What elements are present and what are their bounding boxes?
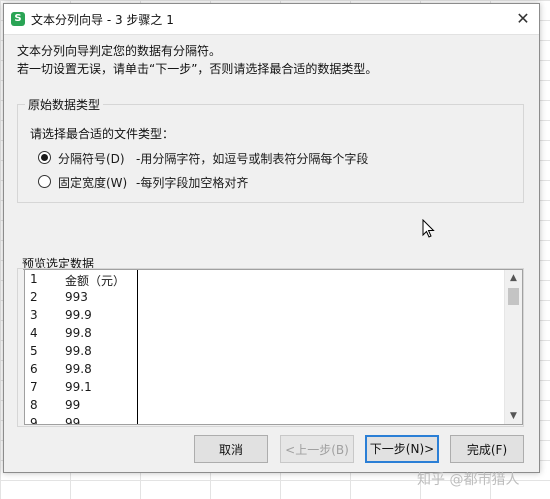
preview-row-number: 7: [30, 380, 38, 394]
scroll-down-icon[interactable]: ▼: [505, 408, 522, 424]
preview-cell-value: 99.1: [65, 380, 92, 394]
preview-cell-value: 金额（元）: [65, 274, 126, 288]
next-button[interactable]: 下一步(N)>: [365, 435, 439, 463]
preview-row-number: 6: [30, 362, 38, 376]
preview-cell-value: 99.8: [65, 362, 92, 376]
preview-row-number: 9: [30, 416, 38, 425]
group-legend: 原始数据类型: [25, 96, 104, 113]
close-icon[interactable]: ✕: [511, 8, 535, 30]
back-button[interactable]: <上一步(B): [280, 435, 354, 463]
preview-frame: ▲ ▼ 1 金额（元） 2 993 3 99.9 4 99.8 5 99.8 6 99.8 7 99.1 8…: [17, 268, 524, 427]
description-line-2: 若一切设置无误，请单击“下一步”，否则请选择最合适的数据类型。: [17, 62, 378, 76]
data-preview-list[interactable]: ▲ ▼ 1 金额（元） 2 993 3 99.9 4 99.8 5 99.8 6 99.8 7 99.1 8…: [24, 269, 523, 425]
scroll-thumb[interactable]: [508, 288, 519, 305]
watermark: 知乎 @都市猎人: [417, 472, 520, 488]
radio-unchecked-icon[interactable]: [38, 175, 51, 188]
mouse-cursor-icon: [422, 219, 435, 238]
scroll-up-icon[interactable]: ▲: [505, 270, 522, 286]
preview-cell-value: 99.9: [65, 308, 92, 322]
radio-checked-icon[interactable]: [38, 151, 51, 164]
column-separator[interactable]: [137, 270, 138, 424]
preview-row-number: 2: [30, 290, 38, 304]
preview-cell-value: 993: [65, 290, 88, 304]
preview-row-number: 8: [30, 398, 38, 412]
preview-row-number: 5: [30, 344, 38, 358]
preview-row-number: 4: [30, 326, 38, 340]
radio-fixed-width-hint: -每列字段加空格对齐: [136, 176, 249, 190]
description-line-1: 文本分列向导判定您的数据有分隔符。: [17, 44, 222, 58]
vertical-scrollbar[interactable]: ▲ ▼: [504, 270, 522, 424]
preview-cell-value: 99: [65, 416, 81, 425]
original-data-type-group: 原始数据类型 请选择最合适的文件类型： 分隔符号(D) -用分隔字符，如逗号或制…: [17, 96, 524, 203]
preview-row-number: 3: [30, 308, 38, 322]
preview-cell-value: 99.8: [65, 326, 92, 340]
radio-fixed-width-label[interactable]: 固定宽度(W): [58, 174, 127, 191]
radio-delimited-hint: -用分隔字符，如逗号或制表符分隔每个字段: [136, 152, 369, 166]
wps-spreadsheet-icon: S: [11, 12, 25, 26]
title-bar: S 文本分列向导 - 3 步骤之 1 ✕: [4, 4, 539, 35]
preview-cell-value: 99: [65, 398, 81, 412]
text-to-columns-dialog: S 文本分列向导 - 3 步骤之 1 ✕ 文本分列向导判定您的数据有分隔符。 若…: [3, 3, 540, 473]
cancel-button[interactable]: 取消: [194, 435, 268, 463]
finish-button[interactable]: 完成(F): [450, 435, 524, 463]
preview-cell-value: 99.8: [65, 344, 92, 358]
preview-row-number: 1: [30, 272, 38, 286]
radio-delimited-label[interactable]: 分隔符号(D): [58, 150, 125, 167]
dialog-title: 文本分列向导 - 3 步骤之 1: [31, 13, 174, 27]
file-type-prompt: 请选择最合适的文件类型：: [30, 127, 175, 141]
